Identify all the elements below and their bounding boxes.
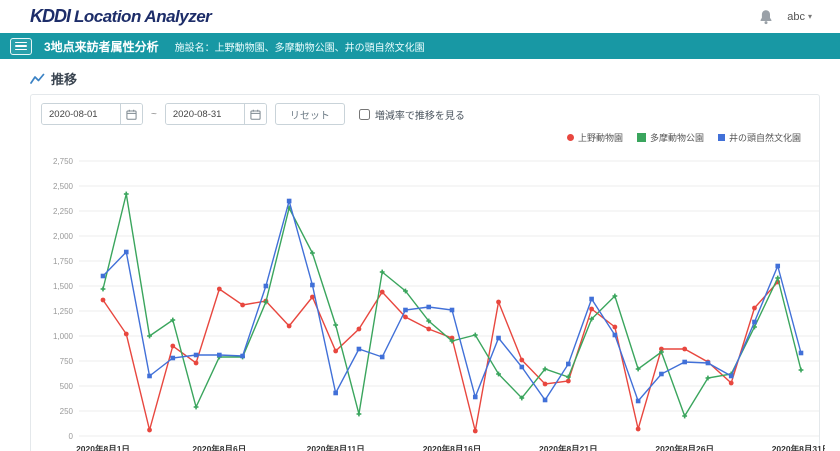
chevron-down-icon: ▾ — [808, 12, 812, 21]
analysis-title: 3地点来訪者属性分析 — [44, 38, 159, 55]
svg-text:2020年8月26日: 2020年8月26日 — [655, 444, 714, 451]
chart-legend: 上野動物園 多摩動物公園 井の頭自然文化園 — [567, 131, 801, 144]
user-menu[interactable]: abc ▾ — [787, 11, 812, 23]
date-range-separator: ~ — [151, 109, 157, 120]
navbar: 3地点来訪者属性分析 施設名：上野動物園、多摩動物公園、井の頭自然文化園 — [0, 33, 840, 59]
rate-toggle: 増減率で推移を見る — [359, 107, 465, 122]
legend-label: 上野動物園 — [578, 131, 623, 144]
legend-item[interactable]: 上野動物園 — [567, 131, 623, 144]
date-to-input[interactable] — [166, 104, 244, 124]
app-logo: KDDILocation Analyzer — [30, 6, 211, 27]
main-content: 推移 ~ — [0, 59, 840, 451]
rate-checkbox[interactable] — [359, 109, 370, 120]
notification-bell-icon[interactable] — [759, 9, 773, 25]
circle-marker-icon — [567, 134, 574, 141]
legend-label: 多摩動物公園 — [650, 131, 704, 144]
svg-text:2,250: 2,250 — [53, 207, 74, 216]
legend-item[interactable]: 井の頭自然文化園 — [718, 131, 801, 144]
logo-kddi: KDDI — [30, 6, 70, 26]
svg-text:2020年8月6日: 2020年8月6日 — [192, 444, 246, 451]
trend-line-icon — [30, 73, 45, 85]
svg-text:2020年8月1日: 2020年8月1日 — [76, 444, 130, 451]
svg-text:1,750: 1,750 — [53, 257, 74, 266]
cross-marker-icon — [637, 133, 646, 142]
svg-text:0: 0 — [69, 432, 74, 441]
svg-text:1,250: 1,250 — [53, 307, 74, 316]
section-title: 推移 — [51, 69, 77, 88]
square-marker-icon — [718, 134, 725, 141]
svg-text:2020年8月31日: 2020年8月31日 — [772, 444, 825, 451]
calendar-icon[interactable] — [244, 104, 266, 124]
trend-chart-svg: 0 250 500 750 1,000 1,250 1,500 1,750 2,000 2,250… — [41, 151, 825, 451]
hamburger-menu-button[interactable] — [10, 38, 32, 55]
legend-label: 井の頭自然文化園 — [729, 131, 801, 144]
date-to-box — [165, 103, 267, 125]
svg-text:2020年8月16日: 2020年8月16日 — [423, 444, 482, 451]
svg-text:1,500: 1,500 — [53, 282, 74, 291]
trend-card: ~ リセット 増減率で推移を見る 上野動物園 多摩動物公園 井の頭自然文化園 — [30, 94, 820, 451]
svg-text:2020年8月21日: 2020年8月21日 — [539, 444, 598, 451]
svg-text:2,750: 2,750 — [53, 157, 74, 166]
facility-names: 施設名：上野動物園、多摩動物公園、井の頭自然文化園 — [175, 39, 425, 54]
user-label: abc — [787, 11, 805, 23]
legend-item[interactable]: 多摩動物公園 — [637, 131, 704, 144]
logo-text: Location Analyzer — [74, 7, 211, 26]
section-header: 推移 — [30, 69, 820, 88]
app-header: KDDILocation Analyzer abc ▾ — [0, 0, 840, 33]
filter-row: ~ リセット 増減率で推移を見る — [41, 103, 807, 125]
svg-text:2020年8月11日: 2020年8月11日 — [307, 444, 365, 451]
rate-checkbox-label: 増減率で推移を見る — [375, 107, 465, 122]
calendar-icon[interactable] — [120, 104, 142, 124]
svg-text:2,500: 2,500 — [53, 182, 74, 191]
svg-text:250: 250 — [60, 407, 74, 416]
svg-text:2,000: 2,000 — [53, 232, 74, 241]
date-from-input[interactable] — [42, 104, 120, 124]
reset-button[interactable]: リセット — [275, 103, 345, 125]
trend-chart: 0 250 500 750 1,000 1,250 1,500 1,750 2,000 2,250… — [41, 151, 807, 451]
svg-text:1,000: 1,000 — [53, 332, 74, 341]
date-from-box — [41, 103, 143, 125]
svg-text:750: 750 — [60, 357, 74, 366]
svg-text:500: 500 — [60, 382, 74, 391]
